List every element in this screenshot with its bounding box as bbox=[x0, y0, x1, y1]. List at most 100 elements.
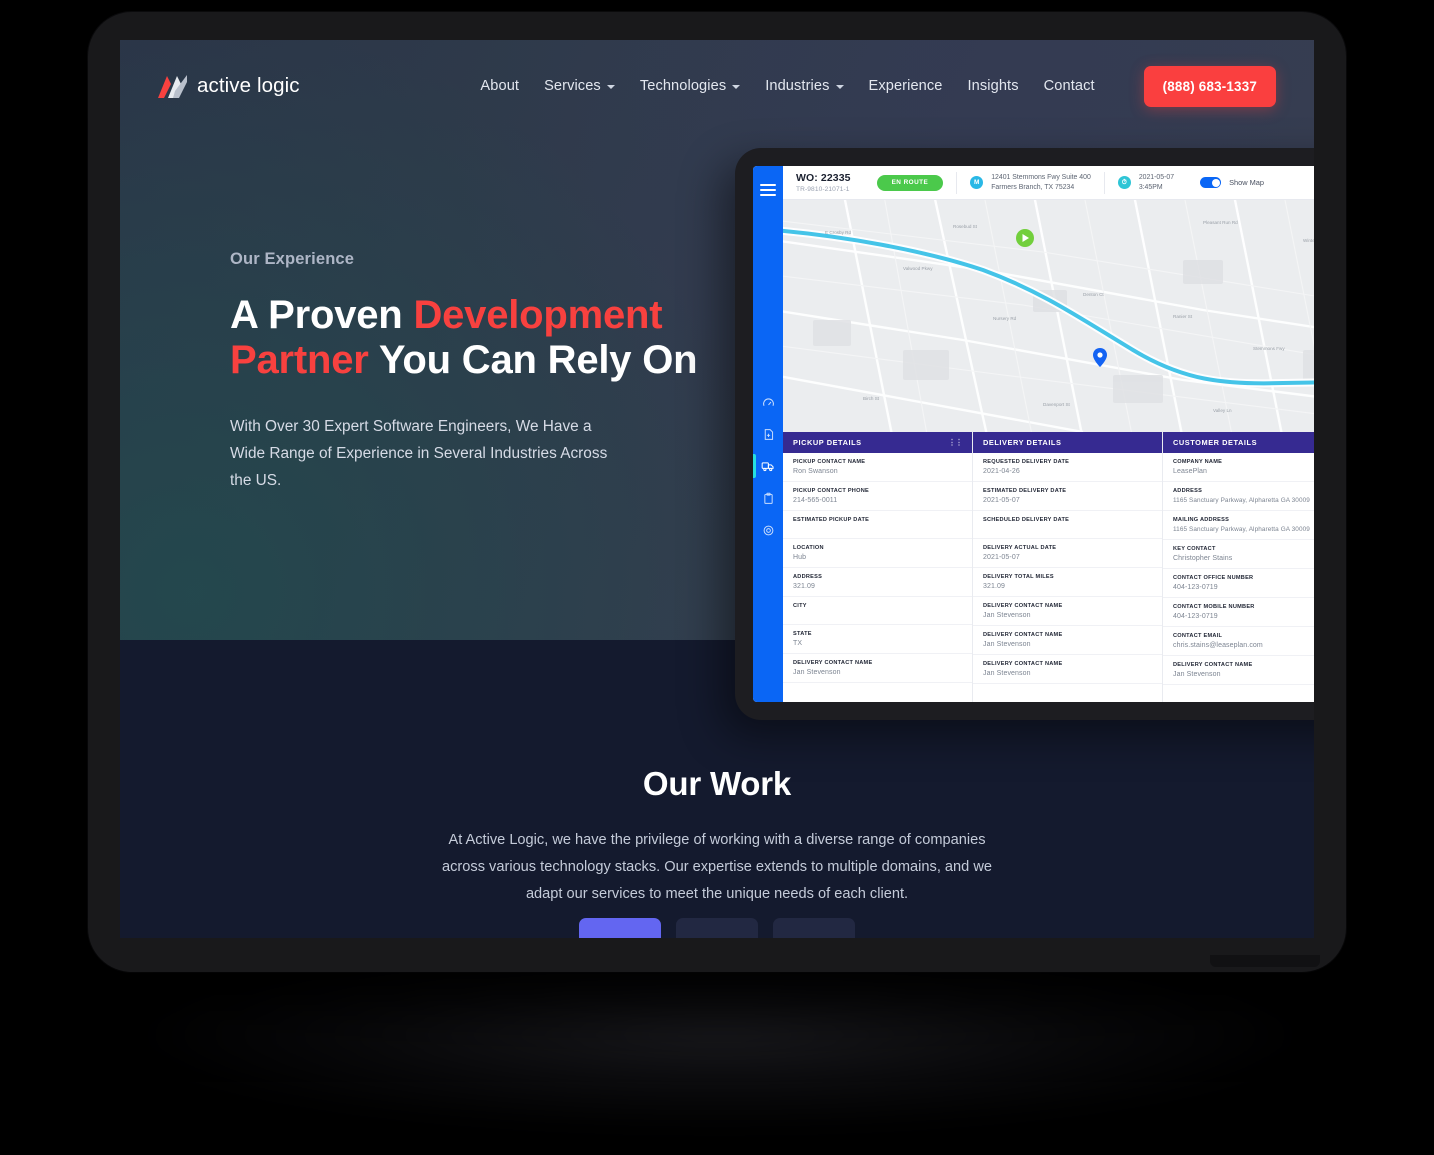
field-value: TX bbox=[793, 640, 803, 647]
field-value: 2021-05-07 bbox=[983, 554, 1020, 561]
document-add-icon[interactable] bbox=[753, 418, 783, 450]
svg-text:Valley Ln: Valley Ln bbox=[1213, 408, 1232, 413]
nav-label: Technologies bbox=[639, 78, 727, 94]
field-label: DELIVERY CONTACT NAME bbox=[1173, 662, 1253, 668]
field-label: ADDRESS bbox=[1173, 488, 1203, 494]
field-row: MAILING ADDRESS 1165 Sanctuary Parkway, A… bbox=[1163, 511, 1314, 540]
panel-title: DELIVERY DETAILS bbox=[983, 438, 1062, 447]
chevron-down-icon bbox=[835, 85, 844, 89]
hamburger-menu-icon[interactable] bbox=[760, 184, 776, 198]
field-value: 321.09 bbox=[793, 583, 816, 590]
nav-item-about[interactable]: About bbox=[480, 78, 519, 94]
show-map-toggle[interactable] bbox=[1200, 177, 1222, 188]
our-work-description: At Active Logic, we have the privilege o… bbox=[442, 832, 992, 902]
brand-logo[interactable]: active logic bbox=[158, 73, 300, 99]
nav-label: Insights bbox=[967, 78, 1019, 94]
panel-header: PICKUP DETAILS ⋮⋮ bbox=[783, 432, 972, 453]
map-canvas: E Crosby Rd Rosebud St Pleasant Run Rd Win… bbox=[783, 200, 1314, 432]
field-value: 2021-05-07 bbox=[983, 497, 1020, 504]
tablet-mockup: WO: 22335 TR-9810-21071-1 EN ROUTE M 124… bbox=[735, 148, 1314, 720]
field-label: DELIVERY CONTACT NAME bbox=[983, 632, 1063, 638]
drag-grip-icon[interactable]: ⋮⋮ bbox=[948, 438, 963, 447]
pickup-details-panel: PICKUP DETAILS ⋮⋮ PICKUP CONTACT NAME Ron… bbox=[783, 432, 973, 702]
nav-item-services[interactable]: Services bbox=[544, 78, 615, 94]
website-viewport: active logic About Services Technologies… bbox=[120, 40, 1314, 938]
route-map[interactable]: E Crosby Rd Rosebud St Pleasant Run Rd Win… bbox=[783, 200, 1314, 432]
nav-label: About bbox=[480, 78, 520, 94]
field-value: 404-123-0719 bbox=[1173, 584, 1218, 591]
svg-text:Stemmons Fwy: Stemmons Fwy bbox=[1253, 346, 1285, 351]
svg-text:Rosebud St: Rosebud St bbox=[953, 224, 978, 229]
field-value: 1165 Sanctuary Parkway, Alpharetta GA 30… bbox=[1173, 497, 1310, 504]
address-line-1: 12401 Stemmons Fwy Suite 400 bbox=[991, 173, 1091, 181]
field-value: Christopher Stains bbox=[1173, 555, 1233, 562]
field-row: ADDRESS 321.09 bbox=[783, 568, 972, 597]
top-navigation-bar: active logic About Services Technologies… bbox=[120, 40, 1314, 132]
field-row: COMPANY NAME LeasePlan bbox=[1163, 453, 1314, 482]
field-label: CONTACT OFFICE NUMBER bbox=[1173, 575, 1254, 581]
nav-label: Industries bbox=[765, 78, 830, 94]
hero-subtext: With Over 30 Expert Software Engineers, … bbox=[230, 417, 608, 490]
delivery-details-panel: DELIVERY DETAILS REQUESTED DELIVERY DATE… bbox=[973, 432, 1163, 702]
field-label: MAILING ADDRESS bbox=[1173, 517, 1230, 523]
clipboard-icon[interactable] bbox=[753, 482, 783, 514]
svg-text:Birch St: Birch St bbox=[863, 396, 880, 401]
hero-copy: Our Experience A Proven Development Part… bbox=[230, 250, 700, 495]
field-row: ADDRESS 1165 Sanctuary Parkway, Alpharett… bbox=[1163, 482, 1314, 511]
field-row: PICKUP CONTACT NAME Ron Swanson bbox=[783, 453, 972, 482]
hero-headline: A Proven Development Partner You Can Rel… bbox=[230, 293, 700, 383]
field-label: ADDRESS bbox=[793, 574, 823, 580]
work-tab-2[interactable] bbox=[676, 918, 758, 938]
show-map-cell[interactable]: Show Map bbox=[1187, 166, 1277, 200]
field-row: CONTACT OFFICE NUMBER 404-123-0719 bbox=[1163, 569, 1314, 598]
field-label: SCHEDULED DELIVERY DATE bbox=[983, 517, 1070, 523]
phone-cta-button[interactable]: (888) 683-1337 bbox=[1143, 65, 1276, 107]
field-label: REQUESTED DELIVERY DATE bbox=[983, 459, 1070, 465]
field-label: DELIVERY TOTAL MILES bbox=[983, 574, 1054, 580]
field-label: DELIVERY CONTACT NAME bbox=[983, 603, 1063, 609]
al-logo-icon bbox=[158, 75, 187, 98]
svg-text:Denton Ct: Denton Ct bbox=[1083, 292, 1104, 297]
details-panels: PICKUP DETAILS ⋮⋮ PICKUP CONTACT NAME Ron… bbox=[783, 432, 1314, 702]
status-cell: EN ROUTE bbox=[864, 166, 957, 200]
field-value: 2021-04-26 bbox=[983, 468, 1020, 475]
nav-item-industries[interactable]: Industries bbox=[765, 78, 844, 94]
field-row: DELIVERY CONTACT NAME Jan Stevenson bbox=[973, 597, 1162, 626]
app-rail-icons bbox=[753, 386, 783, 546]
work-tab-1[interactable] bbox=[579, 918, 661, 938]
field-label: CITY bbox=[793, 603, 807, 609]
svg-text:Davenport St: Davenport St bbox=[1043, 402, 1071, 407]
nav-item-technologies[interactable]: Technologies bbox=[639, 78, 741, 94]
chevron-down-icon bbox=[606, 85, 615, 89]
customer-details-panel: CUSTOMER DETAILS ⋮⋮ COMPANY NAME LeasePla… bbox=[1163, 432, 1314, 702]
field-value: chris.stains@leaseplan.com bbox=[1173, 642, 1263, 649]
field-label: COMPANY NAME bbox=[1173, 459, 1223, 465]
field-label: PICKUP CONTACT PHONE bbox=[793, 488, 869, 494]
svg-text:E Crosby Rd: E Crosby Rd bbox=[825, 230, 851, 235]
nav-item-insights[interactable]: Insights bbox=[968, 78, 1019, 94]
field-value: 214-565-0011 bbox=[793, 497, 838, 504]
field-label: DELIVERY ACTUAL DATE bbox=[983, 545, 1057, 551]
work-order-number: WO: 22335 bbox=[796, 172, 851, 184]
device-stand-notch bbox=[1210, 955, 1320, 967]
field-row: CITY bbox=[783, 597, 972, 625]
field-label: PICKUP CONTACT NAME bbox=[793, 459, 866, 465]
chevron-down-icon bbox=[732, 85, 741, 89]
field-value: 404-123-0719 bbox=[1173, 613, 1218, 620]
field-value: 1165 Sanctuary Parkway, Alpharetta GA 30… bbox=[1173, 526, 1310, 533]
field-value: Jan Stevenson bbox=[983, 612, 1031, 619]
nav-item-experience[interactable]: Experience bbox=[869, 78, 943, 94]
truck-icon[interactable] bbox=[753, 450, 783, 482]
dashboard-gauge-icon[interactable] bbox=[753, 386, 783, 418]
location-pin-icon bbox=[1093, 348, 1107, 367]
field-value: Hub bbox=[793, 554, 807, 561]
work-tab-3[interactable] bbox=[773, 918, 855, 938]
field-label: KEY CONTACT bbox=[1173, 546, 1216, 552]
settings-gear-icon[interactable] bbox=[753, 514, 783, 546]
nav-item-contact[interactable]: Contact bbox=[1044, 78, 1095, 94]
field-value: 321.09 bbox=[983, 583, 1006, 590]
field-row: DELIVERY TOTAL MILES 321.09 bbox=[973, 568, 1162, 597]
our-work-title: Our Work bbox=[642, 765, 792, 802]
field-row: REQUESTED DELIVERY DATE 2021-04-26 bbox=[973, 453, 1162, 482]
work-order-cell: WO: 22335 TR-9810-21071-1 bbox=[783, 166, 864, 200]
